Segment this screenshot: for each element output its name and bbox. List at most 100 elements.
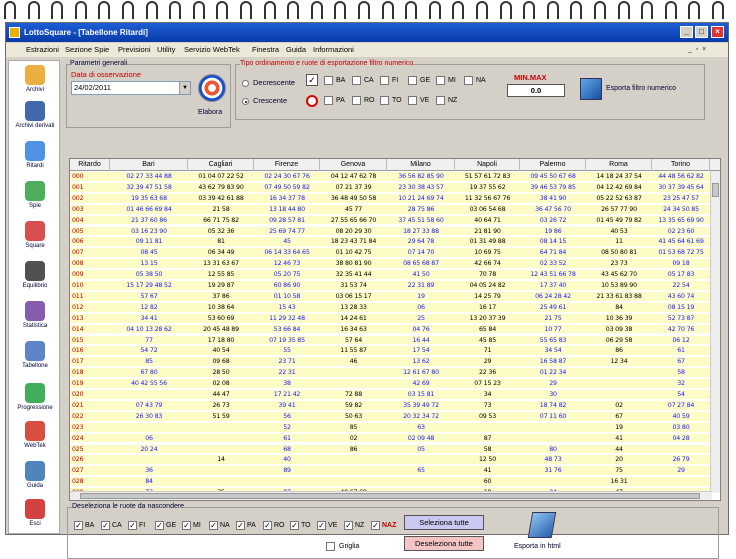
- wheel-checkbox[interactable]: [464, 76, 473, 85]
- wheel-checkbox[interactable]: [324, 76, 333, 85]
- mdi-controls[interactable]: _ ▫ ×: [688, 45, 724, 55]
- numbers-cell: 02 24 30 67 76: [264, 173, 310, 180]
- window-title: LottoSquare - [Tabellone Ritardi]: [24, 28, 148, 37]
- menu-item[interactable]: Guida: [286, 43, 306, 57]
- numbers-cell: 34: [483, 391, 492, 398]
- minimize-button[interactable]: _: [680, 26, 693, 38]
- wheel-label: PA: [336, 97, 345, 104]
- wheel-hide-checkbox[interactable]: ✓: [155, 521, 164, 530]
- sidebar-item-label: Archivi: [25, 87, 44, 93]
- numbers-cell: 17 18 80: [207, 336, 235, 344]
- numbers-cell: 07 14 70: [407, 249, 435, 257]
- menu-item[interactable]: Utility: [157, 43, 175, 57]
- menu-item[interactable]: Estrazioni: [26, 43, 59, 57]
- numbers-cell: 58: [677, 369, 685, 377]
- vertical-scrollbar[interactable]: [710, 171, 720, 493]
- table-row: 017 85 09 68 23 71 46 13 62 29 16 58 87 12 34 67: [70, 357, 710, 367]
- book-icon[interactable]: [527, 512, 557, 538]
- scroll-thumb[interactable]: [712, 183, 719, 197]
- numbers-cell: 80: [549, 445, 557, 453]
- delay-cell: 009: [72, 271, 84, 279]
- wheel-hide-checkbox[interactable]: ✓: [317, 521, 326, 530]
- sidebar-item-spie[interactable]: Spie: [9, 181, 61, 210]
- numbers-cell: 25: [417, 314, 425, 322]
- column-header: Milano: [387, 159, 455, 171]
- numbers-cell: 22 54: [672, 282, 690, 289]
- griglia-checkbox[interactable]: [326, 542, 335, 551]
- numbers-cell: 21 81 90: [474, 227, 501, 235]
- menu-item[interactable]: Previsioni: [118, 43, 151, 57]
- horizontal-scrollbar[interactable]: [70, 491, 712, 500]
- wheel-hide-checkbox[interactable]: ✓: [236, 521, 245, 530]
- no-entry-icon[interactable]: [306, 95, 318, 107]
- wheel-hide-checkbox[interactable]: ✓: [263, 521, 272, 530]
- numbers-cell: 09 45 50 67 68: [530, 173, 576, 180]
- export-html-button[interactable]: Esporta in html: [514, 543, 561, 550]
- wheel-checkbox[interactable]: [436, 76, 445, 85]
- sidebar-item-square[interactable]: Square: [9, 221, 61, 250]
- numbers-cell: 23 25 47 57: [663, 194, 699, 202]
- sidebar-item-esci[interactable]: Esci: [9, 499, 61, 528]
- wheel-hide-checkbox[interactable]: ✓: [290, 521, 299, 530]
- hscroll-thumb[interactable]: [80, 493, 700, 499]
- wheel-hide-checkbox[interactable]: ✓: [74, 521, 83, 530]
- select-all-button[interactable]: Seleziona tutte: [404, 515, 484, 530]
- wheel-checkbox[interactable]: [408, 76, 417, 85]
- deselect-all-button[interactable]: Deseleziona tutte: [404, 536, 484, 551]
- wheel-checkbox[interactable]: [324, 96, 333, 105]
- export-filter-button[interactable]: Esporta filtro numerico: [606, 85, 676, 92]
- wheel-hide-checkbox[interactable]: ✓: [182, 521, 191, 530]
- maximize-button[interactable]: □: [695, 26, 708, 38]
- webtek-icon: [25, 421, 45, 441]
- numbers-cell: 32 35 41 44: [335, 271, 372, 279]
- wheel-checkbox[interactable]: [352, 76, 361, 85]
- wheel-hide-checkbox[interactable]: ✓: [371, 521, 380, 530]
- chevron-down-icon[interactable]: ▼: [179, 82, 190, 94]
- table-row: 027 36 89 65 41 31 76 75 29: [70, 466, 710, 476]
- wheel-checkbox[interactable]: [352, 96, 361, 105]
- table-row: 025 20 24 68 86 05 58 80 44: [70, 444, 710, 454]
- menu-item[interactable]: Sezione Spie: [65, 43, 109, 57]
- wheel-hide-checkbox[interactable]: ✓: [344, 521, 353, 530]
- date-field[interactable]: 24/02/2011 ▼: [71, 81, 191, 95]
- close-button[interactable]: ×: [711, 26, 724, 38]
- numbers-cell: 10 77: [544, 325, 562, 333]
- minmax-field[interactable]: 0.0: [507, 84, 565, 97]
- wheel-checkbox[interactable]: [380, 76, 389, 85]
- sidebar-item-equilibrio[interactable]: Equilibrio: [9, 261, 61, 290]
- numbers-cell: 02: [615, 401, 623, 409]
- menu-item[interactable]: Finestra: [252, 43, 279, 57]
- checkmark-icon[interactable]: ✓: [306, 74, 318, 86]
- decrescente-radio[interactable]: [242, 80, 249, 87]
- sidebar-item-tabellone[interactable]: Tabellone: [9, 341, 61, 370]
- sidebar-item-archivi[interactable]: Archivi: [9, 65, 61, 94]
- wheel-hide-checkbox[interactable]: ✓: [209, 521, 218, 530]
- sidebar-item-progressione[interactable]: Progressione: [9, 383, 61, 412]
- crescente-radio[interactable]: [242, 98, 249, 105]
- wheel-checkbox[interactable]: [436, 96, 445, 105]
- table-row: 004 21 37 60 86 66 71 75 82 09 28 57 81 27 5…: [70, 215, 710, 225]
- menu-item[interactable]: Informazioni: [313, 43, 354, 57]
- numbers-cell: 03 39 42 61 88: [198, 194, 244, 202]
- numbers-cell: 67 80: [140, 369, 158, 377]
- sidebar-item-guida[interactable]: Guida: [9, 461, 61, 490]
- elabora-button[interactable]: Elabora: [198, 109, 222, 116]
- wheel-hide-checkbox[interactable]: ✓: [101, 521, 110, 530]
- menu-item[interactable]: Servizio WebTek: [184, 43, 240, 57]
- sidebar-item-ritardi[interactable]: Ritardi: [9, 141, 61, 170]
- wheel-checkbox[interactable]: [380, 96, 389, 105]
- numbers-cell: 19: [417, 292, 425, 300]
- sidebar-item-archivi-derivati[interactable]: Archivi derivati: [9, 101, 61, 130]
- target-icon[interactable]: [198, 74, 226, 102]
- numbers-cell: 25 69 74 77: [269, 227, 305, 235]
- export-filter-icon[interactable]: [580, 78, 602, 100]
- sidebar-item-statistica[interactable]: Statistica: [9, 301, 61, 330]
- menu-bar: _ ▫ × Estrazioni Sezione Spie Previsioni Ut…: [6, 43, 728, 57]
- sidebar-item-webtek[interactable]: WebTek: [9, 421, 61, 450]
- numbers-cell: 64 71 84: [539, 249, 567, 257]
- wheel-hide-checkbox[interactable]: ✓: [128, 521, 137, 530]
- wheel-checkbox[interactable]: [408, 96, 417, 105]
- numbers-cell: 22 36: [478, 369, 497, 377]
- table-row: 011 57 67 37 86 01 10 58 03 06 15 17 19 14 25 …: [70, 291, 710, 301]
- numbers-cell: 40: [283, 456, 291, 464]
